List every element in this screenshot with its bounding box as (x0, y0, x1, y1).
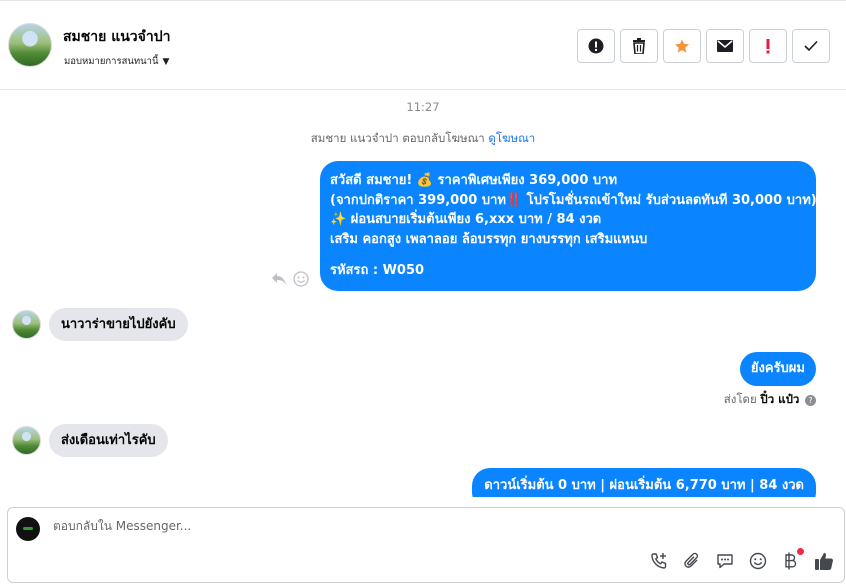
sent-by-prefix: ส่งโดย (723, 392, 757, 406)
attach-button[interactable] (682, 551, 702, 571)
assign-conversation-dropdown[interactable]: มอบหมายการสนทนานี้ ▼ (64, 54, 169, 69)
exclamation-circle-icon (588, 38, 604, 54)
incoming-message-row: ส่งเดือนเท่าไรคับ (12, 424, 168, 457)
message-thread[interactable]: 11:27 สมชาย แนวจำปา ตอบกลับโฆษณา ดูโฆษณา… (0, 91, 846, 497)
envelope-icon (717, 40, 733, 52)
trash-icon (633, 38, 645, 54)
call-button[interactable] (649, 551, 669, 571)
chat-bubble-icon (717, 554, 733, 569)
contact-name[interactable]: สมชาย แนวจำปา (63, 26, 170, 48)
ad-reply-text: สมชาย แนวจำปา ตอบกลับโฆษณา (310, 131, 485, 145)
ad-message-line: (จากปกติราคา 399,000 บาท‼️ โปรโมชั่นรถเข… (330, 192, 817, 208)
outgoing-ad-message[interactable]: สวัสดี สมชาย! 💰 ราคาพิเศษเพียง 369,000 บ… (320, 161, 817, 291)
ad-reply-note: สมชาย แนวจำปา ตอบกลับโฆษณา ดูโฆษณา (0, 130, 846, 148)
message-composer (7, 507, 845, 583)
flag-button[interactable] (749, 29, 787, 63)
help-icon[interactable]: ? (805, 395, 816, 406)
paperclip-icon (684, 552, 699, 568)
message-timestamp: 11:27 (406, 100, 440, 114)
phone-plus-icon (651, 553, 667, 569)
caret-down-icon: ▼ (162, 57, 170, 67)
outgoing-message[interactable]: ดาวน์เริ่มต้น 0 บาท | ผ่อนเริ่มต้น 6,770… (472, 468, 816, 497)
mark-unread-button[interactable] (706, 29, 744, 63)
ad-message-line: ✨ ผ่อนสบายเริ่มต้นเพียง 6,xxx บาท / 84 ง… (330, 212, 602, 227)
saved-replies-button[interactable] (715, 551, 735, 571)
incoming-message[interactable]: นาวาร่าขายไปยังคับ (49, 308, 188, 341)
ad-message-line: สวัสดี สมชาย! 💰 ราคาพิเศษเพียง 369,000 บ… (330, 173, 618, 188)
like-button[interactable] (814, 551, 834, 571)
message-tools (271, 271, 309, 287)
mark-spam-button[interactable] (577, 29, 615, 63)
baht-icon (785, 552, 797, 570)
outgoing-message[interactable]: ยังครับผม (739, 352, 816, 386)
sent-by-label: ส่งโดย ปิ๋ว แป๋ว ? (724, 391, 816, 409)
smiley-icon (749, 552, 767, 570)
page-avatar (16, 517, 40, 541)
sent-by-name: ปิ๋ว แป๋ว (760, 392, 800, 406)
check-icon (804, 40, 818, 52)
star-icon (675, 39, 689, 53)
composer-tools (649, 548, 834, 571)
payment-button[interactable] (781, 548, 804, 571)
thumbs-up-icon (815, 553, 833, 570)
reply-input[interactable] (53, 519, 653, 533)
header-actions (577, 29, 830, 63)
reply-icon[interactable] (271, 271, 287, 287)
contact-avatar[interactable] (8, 23, 52, 67)
sender-avatar[interactable] (12, 310, 41, 339)
sender-avatar[interactable] (12, 426, 41, 455)
star-button[interactable] (663, 29, 701, 63)
ad-message-line: เสริม คอกสูง เพลาลอย ล้อบรรทุก ยางบรรทุก… (330, 231, 648, 247)
delete-button[interactable] (620, 29, 658, 63)
emoji-button[interactable] (748, 551, 768, 571)
vehicle-code: รหัสรถ : W050 (330, 263, 425, 278)
incoming-message[interactable]: ส่งเดือนเท่าไรคับ (49, 424, 168, 457)
view-ad-link[interactable]: ดูโฆษณา (488, 131, 535, 145)
incoming-message-row: นาวาร่าขายไปยังคับ (12, 308, 188, 341)
assign-label: มอบหมายการสนทนานี้ (64, 56, 159, 67)
react-smiley-icon[interactable] (293, 271, 309, 287)
mark-done-button[interactable] (792, 29, 830, 63)
exclamation-icon (766, 39, 770, 54)
conversation-header: สมชาย แนวจำปา มอบหมายการสนทนานี้ ▼ (0, 0, 846, 90)
